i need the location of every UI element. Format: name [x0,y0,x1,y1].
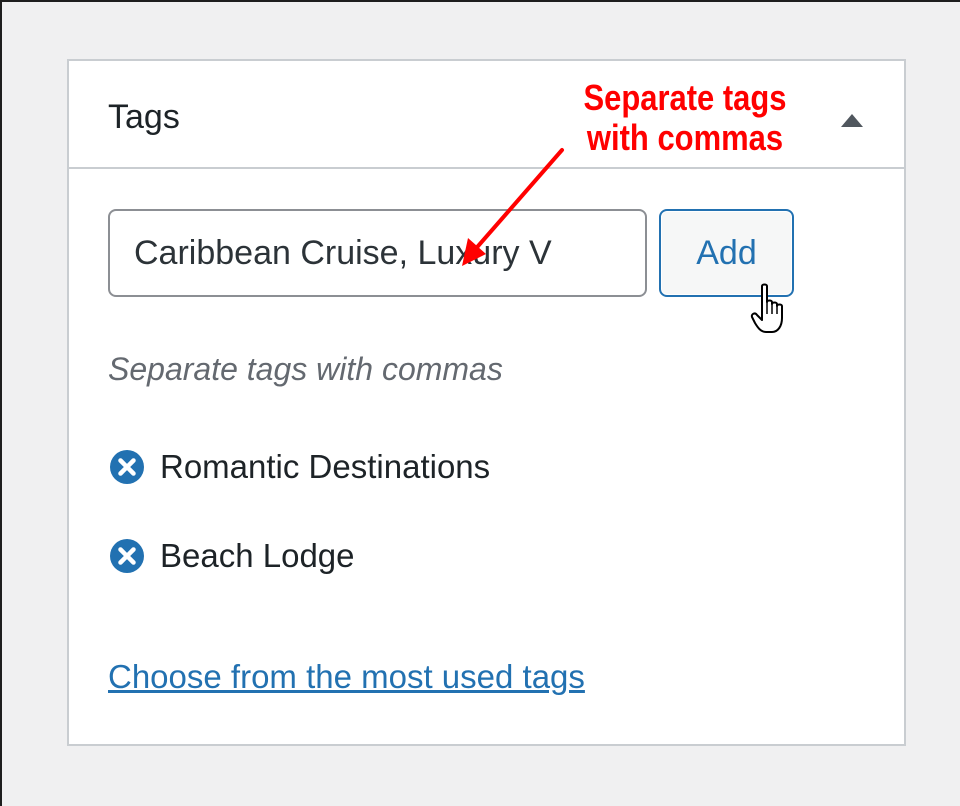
tags-panel: Tags Add Separate tags with commas Roman… [67,59,906,746]
tag-input[interactable] [108,209,647,297]
panel-toggle-button[interactable] [837,105,867,135]
tag-label: Beach Lodge [160,537,355,574]
panel-title: Tags [108,98,180,136]
annotation-callout: Separate tags with commas [573,78,797,158]
annotation-line-1: Separate tags [583,77,787,118]
tag-label: Romantic Destinations [160,448,491,485]
most-used-tags-link[interactable]: Choose from the most used tags [108,658,585,696]
triangle-up-icon [841,114,863,127]
add-tag-button[interactable]: Add [659,209,794,297]
tag-item: Romantic Destinations [108,448,490,486]
tag-item: Beach Lodge [108,537,355,575]
tags-hint: Separate tags with commas [108,351,503,387]
remove-circle-x-icon[interactable] [108,448,146,486]
remove-circle-x-icon[interactable] [108,537,146,575]
annotation-line-2: with commas [586,117,784,158]
